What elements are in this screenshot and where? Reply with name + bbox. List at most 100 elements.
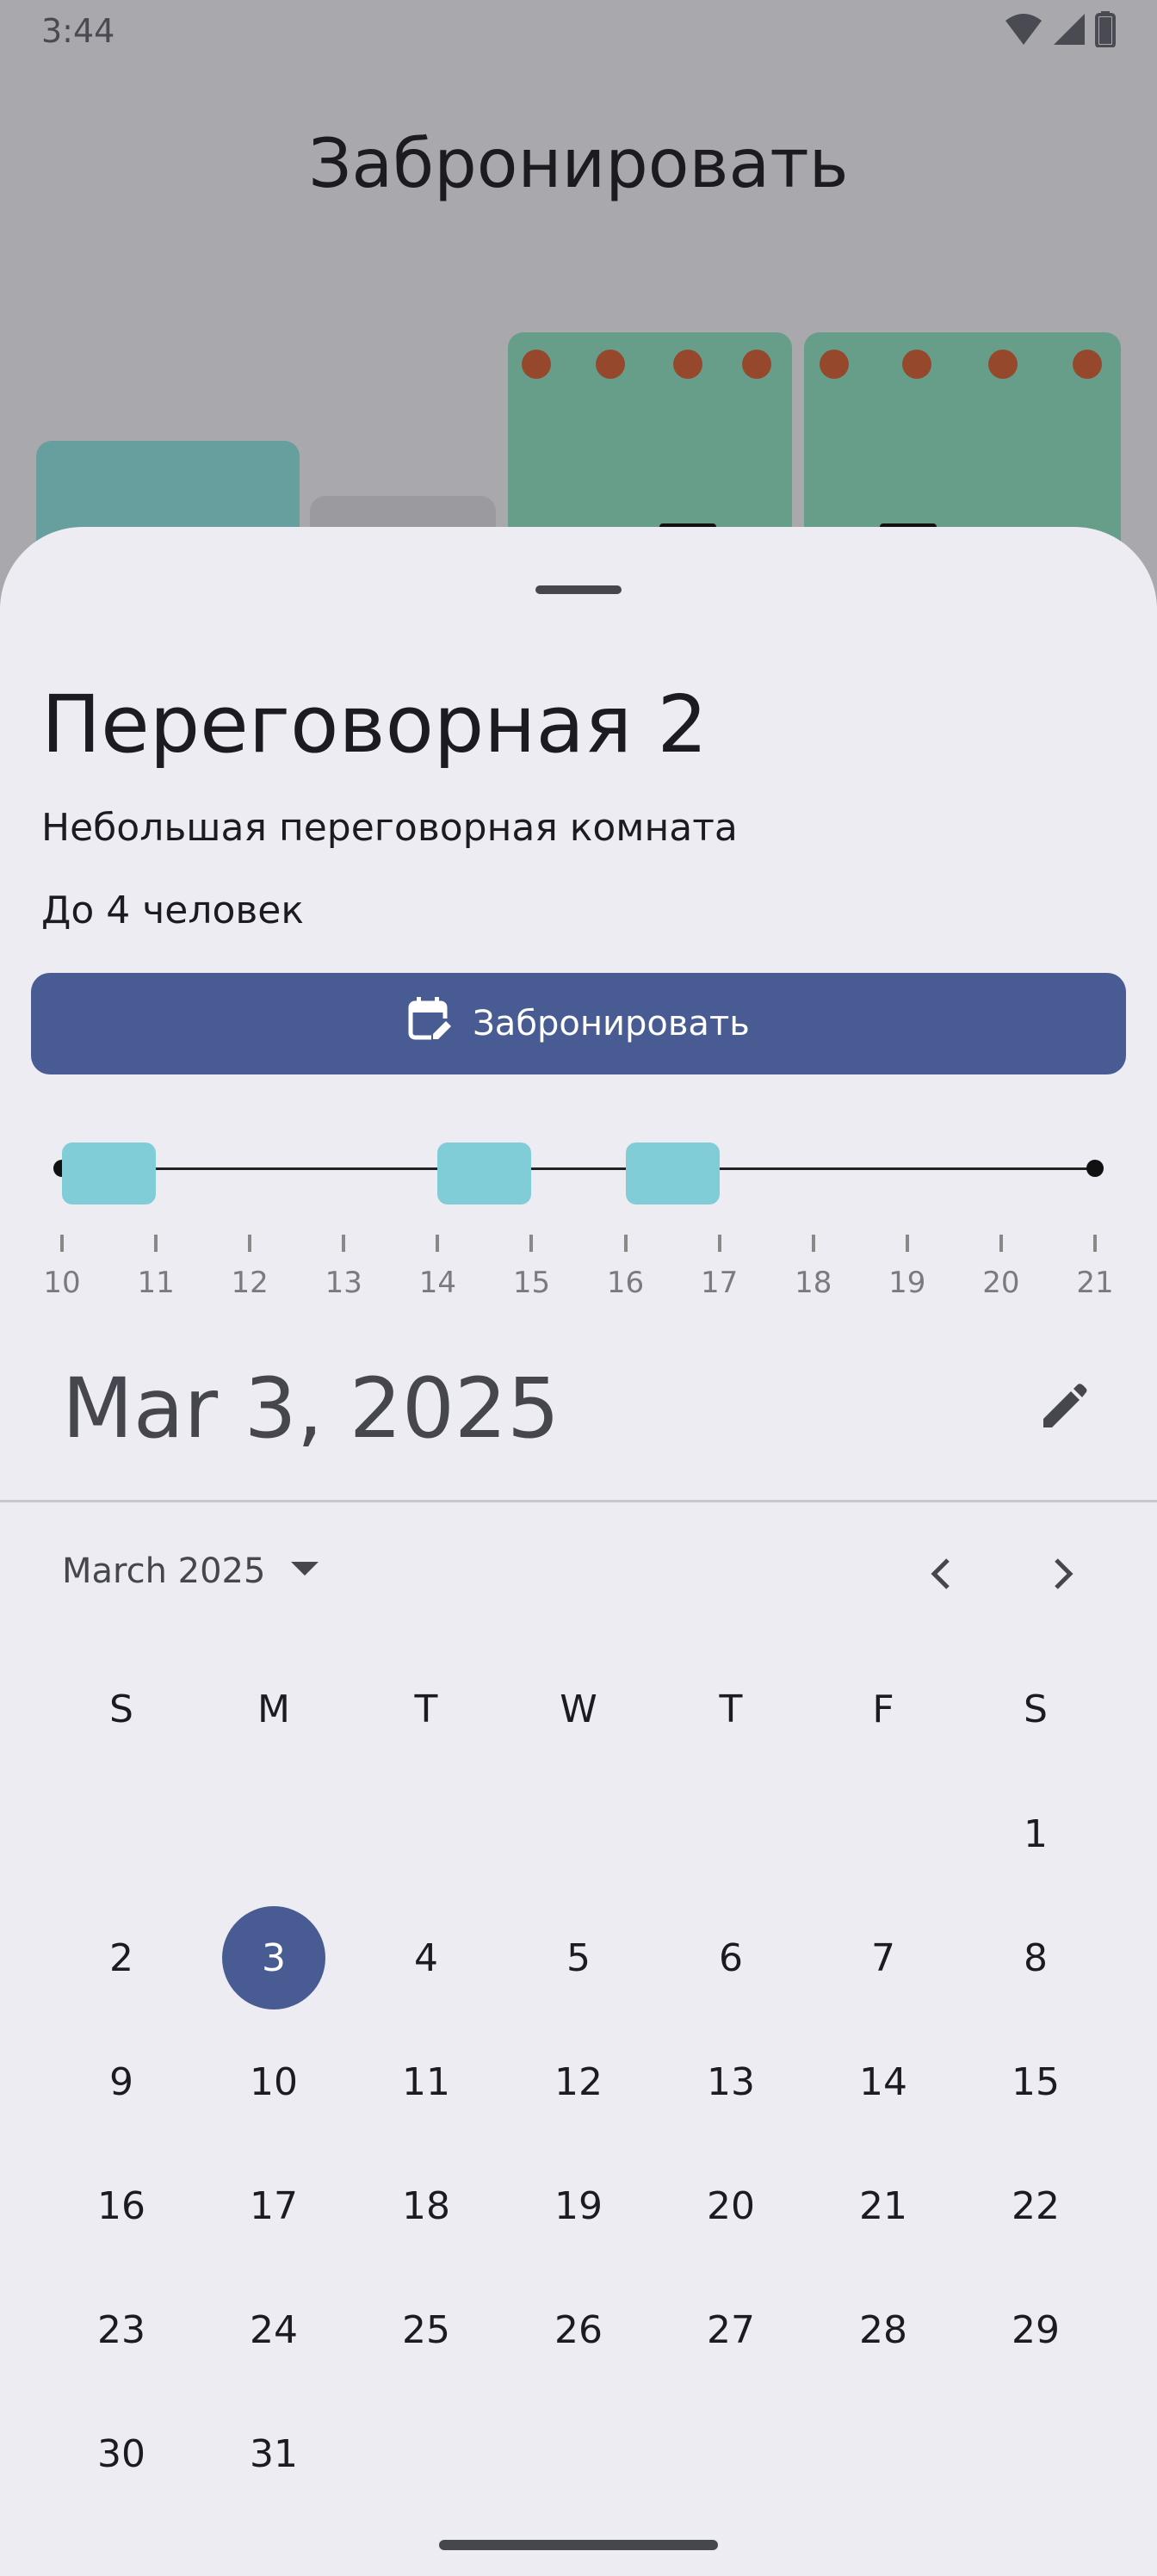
calendar-day[interactable]: 11 (374, 2030, 478, 2133)
timeline-tick (623, 1235, 628, 1252)
seat-dot (742, 350, 771, 379)
timeline-hour-label: 15 (512, 1266, 551, 1300)
timeline-tick (60, 1235, 64, 1252)
weekday-header: T (719, 1687, 743, 1731)
calendar-day[interactable]: 10 (222, 2030, 325, 2133)
timeline-hour-label: 13 (325, 1266, 362, 1300)
calendar-day[interactable]: 1 (984, 1782, 1087, 1886)
weekday-header: M (257, 1687, 290, 1731)
room-description: Небольшая переговорная комната (41, 806, 738, 850)
calendar-day[interactable]: 29 (984, 2278, 1087, 2381)
calendar-day[interactable]: 15 (984, 2030, 1087, 2133)
timeline-hour-label: 12 (231, 1266, 269, 1300)
timeline-tick (248, 1235, 252, 1252)
weekday-header: W (560, 1687, 597, 1731)
status-time: 3:44 (41, 12, 115, 50)
calendar-day[interactable]: 4 (374, 1906, 478, 2009)
timeline-track (62, 1167, 1095, 1170)
calendar-day[interactable]: 16 (70, 2154, 173, 2257)
calendar-day[interactable]: 5 (527, 1906, 630, 2009)
weekday-header: S (109, 1687, 133, 1731)
calendar-day[interactable]: 23 (70, 2278, 173, 2381)
timeline-hour-label: 21 (1076, 1266, 1114, 1300)
timeline-hour-label: 17 (700, 1266, 739, 1300)
drag-handle[interactable] (535, 585, 622, 594)
calendar-day[interactable]: 24 (222, 2278, 325, 2381)
timeline-tick (905, 1235, 909, 1252)
seat-dot (1073, 350, 1102, 379)
calendar-edit-icon (407, 996, 458, 1051)
weekday-header: T (414, 1687, 438, 1731)
timeline-end-dot (1086, 1160, 1104, 1177)
seat-dot (820, 350, 849, 379)
seat-dot (988, 350, 1018, 379)
calendar-day[interactable]: 7 (832, 1906, 935, 2009)
calendar-day[interactable]: 8 (984, 1906, 1087, 2009)
month-label: March 2025 (62, 1551, 266, 1591)
timeline-hour-label: 16 (606, 1266, 645, 1300)
timeline-tick (811, 1235, 815, 1252)
timeline-tick (1093, 1235, 1097, 1252)
timeline-hour-label: 14 (418, 1266, 456, 1300)
seat-dot (673, 350, 702, 379)
timeline-tick (529, 1235, 534, 1252)
chevron-right-icon (1053, 1557, 1075, 1595)
calendar-day[interactable]: 19 (527, 2154, 630, 2257)
divider (0, 1500, 1157, 1502)
calendar-day[interactable]: 9 (70, 2030, 173, 2133)
timeline-hour-label: 20 (982, 1266, 1020, 1300)
status-icons (1004, 11, 1116, 51)
calendar-day[interactable]: 25 (374, 2278, 478, 2381)
book-button-label: Забронировать (473, 1004, 750, 1043)
edit-date-button[interactable] (1030, 1374, 1098, 1443)
calendar-day[interactable]: 13 (679, 2030, 783, 2133)
book-button[interactable]: Забронировать (31, 973, 1126, 1074)
timeline-hour-label: 11 (137, 1266, 175, 1300)
dropdown-arrow-icon (291, 1562, 319, 1581)
next-month-button[interactable] (1030, 1541, 1098, 1610)
previous-month-button[interactable] (906, 1541, 974, 1610)
calendar-day[interactable]: 27 (679, 2278, 783, 2381)
seat-dot (902, 350, 931, 379)
room-name: Переговорная 2 (41, 678, 708, 771)
chevron-left-icon (929, 1557, 951, 1595)
calendar-day[interactable]: 28 (832, 2278, 935, 2381)
home-indicator[interactable] (439, 2540, 718, 2550)
booked-slot[interactable] (625, 1142, 720, 1204)
timeline-tick (436, 1235, 440, 1252)
calendar-day[interactable]: 31 (222, 2402, 325, 2505)
room-capacity: До 4 человек (41, 889, 304, 932)
timeline-hour-label: 18 (795, 1266, 832, 1300)
booked-slot[interactable] (62, 1142, 157, 1204)
calendar-day[interactable]: 20 (679, 2154, 783, 2257)
timeline-tick (154, 1235, 158, 1252)
calendar-day[interactable]: 17 (222, 2154, 325, 2257)
calendar-day[interactable]: 14 (832, 2030, 935, 2133)
wifi-icon (1004, 12, 1043, 50)
calendar-day[interactable]: 21 (832, 2154, 935, 2257)
booked-slot[interactable] (437, 1142, 532, 1204)
calendar-day[interactable]: 18 (374, 2154, 478, 2257)
weekday-header: S (1024, 1687, 1048, 1731)
seat-dot (596, 350, 625, 379)
pencil-icon (1040, 1383, 1088, 1434)
selected-date: Mar 3, 2025 (62, 1360, 560, 1457)
timeline-hour-label: 10 (43, 1266, 81, 1300)
timeline-tick (717, 1235, 721, 1252)
page-title: Забронировать (308, 126, 849, 203)
timeline-tick (342, 1235, 346, 1252)
signal-icon (1052, 12, 1086, 50)
battery-icon (1095, 11, 1116, 51)
timeline-tick (999, 1235, 1003, 1252)
calendar-day[interactable]: 22 (984, 2154, 1087, 2257)
weekday-header: F (872, 1687, 894, 1731)
calendar-day-selected[interactable]: 3 (222, 1906, 325, 2009)
timeline-hour-label: 19 (888, 1266, 926, 1300)
calendar-day[interactable]: 6 (679, 1906, 783, 2009)
seat-dot (522, 350, 551, 379)
calendar-day[interactable]: 30 (70, 2402, 173, 2505)
calendar-day[interactable]: 12 (527, 2030, 630, 2133)
calendar-day[interactable]: 26 (527, 2278, 630, 2381)
month-year-selector[interactable]: March 2025 (62, 1551, 319, 1591)
calendar-day[interactable]: 2 (70, 1906, 173, 2009)
